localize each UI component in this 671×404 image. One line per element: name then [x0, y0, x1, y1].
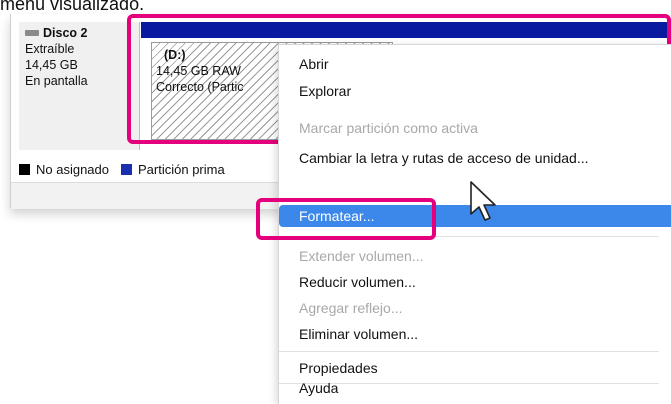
disk-info-panel[interactable]: Disco 2 Extraíble 14,45 GB En pantalla: [19, 22, 140, 150]
legend-unallocated: No asignado: [36, 162, 109, 177]
menu-item-extender: Extender volumen...: [299, 248, 424, 264]
menu-item-abrir[interactable]: Abrir: [299, 51, 329, 77]
disk-drive-icon: [25, 30, 39, 36]
caption-text: menú visualizado.: [0, 0, 145, 14]
mouse-pointer-icon: [470, 181, 496, 221]
menu-item-cambiar-letra[interactable]: Cambiar la letra y rutas de acceso de un…: [299, 145, 589, 171]
legend: No asignado Partición prima: [19, 162, 225, 177]
menu-item-agregar-reflejo: Agregar reflejo...: [299, 300, 403, 316]
menu-item-eliminar[interactable]: Eliminar volumen...: [299, 321, 418, 347]
unallocated-swatch-icon: [19, 164, 30, 175]
disk-status: En pantalla: [25, 74, 88, 88]
menu-item-reducir[interactable]: Reducir volumen...: [299, 269, 416, 295]
highlight-frame-format: [256, 198, 436, 240]
menu-separator: [279, 351, 659, 352]
disk-name: Disco 2: [43, 26, 88, 40]
disk-size: 14,45 GB: [25, 58, 78, 72]
menu-item-marcar-activa: Marcar partición como activa: [299, 120, 478, 136]
menu-item-ayuda[interactable]: Ayuda: [299, 375, 338, 401]
legend-primary: Partición prima: [138, 162, 225, 177]
primary-partition-swatch-icon: [121, 164, 132, 175]
menu-item-explorar[interactable]: Explorar: [299, 78, 351, 104]
disk-type: Extraíble: [25, 42, 75, 56]
